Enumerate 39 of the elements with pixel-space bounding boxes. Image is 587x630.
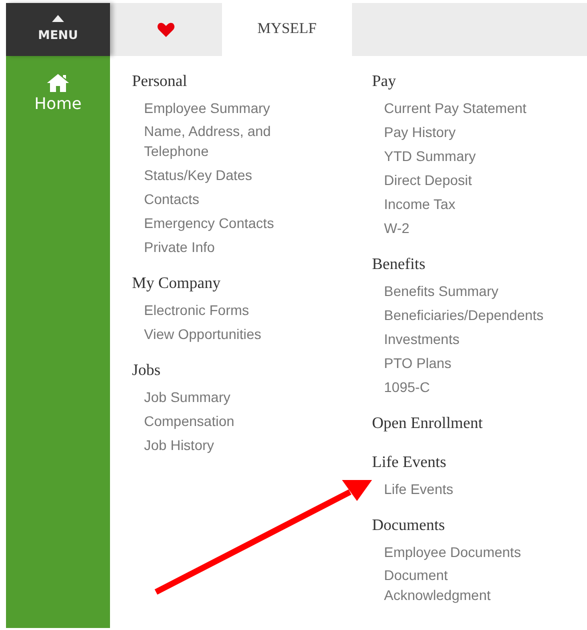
menu-link[interactable]: Investments [384,327,460,351]
menu-link[interactable]: 1095-C [384,375,430,399]
section-heading[interactable]: Life Events [372,451,446,475]
section-heading[interactable]: Personal [132,70,188,94]
menu-link[interactable]: Direct Deposit [384,168,472,192]
menu-link[interactable]: Employee Summary [144,96,270,120]
caret-up-icon [52,15,64,22]
menu-link[interactable]: W-2 [384,216,410,240]
menu-link[interactable]: Private Info [144,235,215,259]
menu-link[interactable]: Life Events [384,477,454,501]
section-heading[interactable]: Benefits [372,253,426,277]
heart-icon [157,22,175,38]
menu-link[interactable]: Employee Documents [384,540,521,564]
menu-link[interactable]: Beneficiaries/Dependents [384,303,544,327]
menu-link[interactable]: Job Summary [144,385,230,409]
menu-link[interactable]: Pay History [384,120,456,144]
home-icon [47,74,69,92]
tab[interactable]: MYSELF [222,3,352,56]
menu-link[interactable]: Status/Key Dates [144,163,252,187]
menu-link[interactable]: View Opportunities [144,322,262,346]
menu-link[interactable]: Compensation [144,409,234,433]
menu-link[interactable]: Benefits Summary [384,279,498,303]
menu-link[interactable]: Contacts [144,187,200,211]
section-heading[interactable]: Pay [372,70,396,94]
menu-link[interactable]: Document Acknowledgment [384,564,491,607]
menu-link[interactable]: Income Tax [384,192,456,216]
menu-link[interactable]: Current Pay Statement [384,96,526,120]
section-heading[interactable]: Jobs [132,359,160,383]
menu-link[interactable]: Emergency Contacts [144,211,274,235]
section-heading[interactable]: My Company [132,272,220,296]
menu-link[interactable]: Name, Address, and Telephone [144,120,271,163]
home-button[interactable]: Home [6,56,110,116]
section-heading[interactable]: Documents [372,514,445,538]
menu-link[interactable]: Job History [144,433,214,457]
menu-button[interactable]: MENU [6,3,110,56]
menu-link[interactable]: PTO Plans [384,351,452,375]
menu-link[interactable]: Electronic Forms [144,298,250,322]
section-heading[interactable]: Open Enrollment [372,412,483,436]
menu-link[interactable]: YTD Summary [384,144,476,168]
